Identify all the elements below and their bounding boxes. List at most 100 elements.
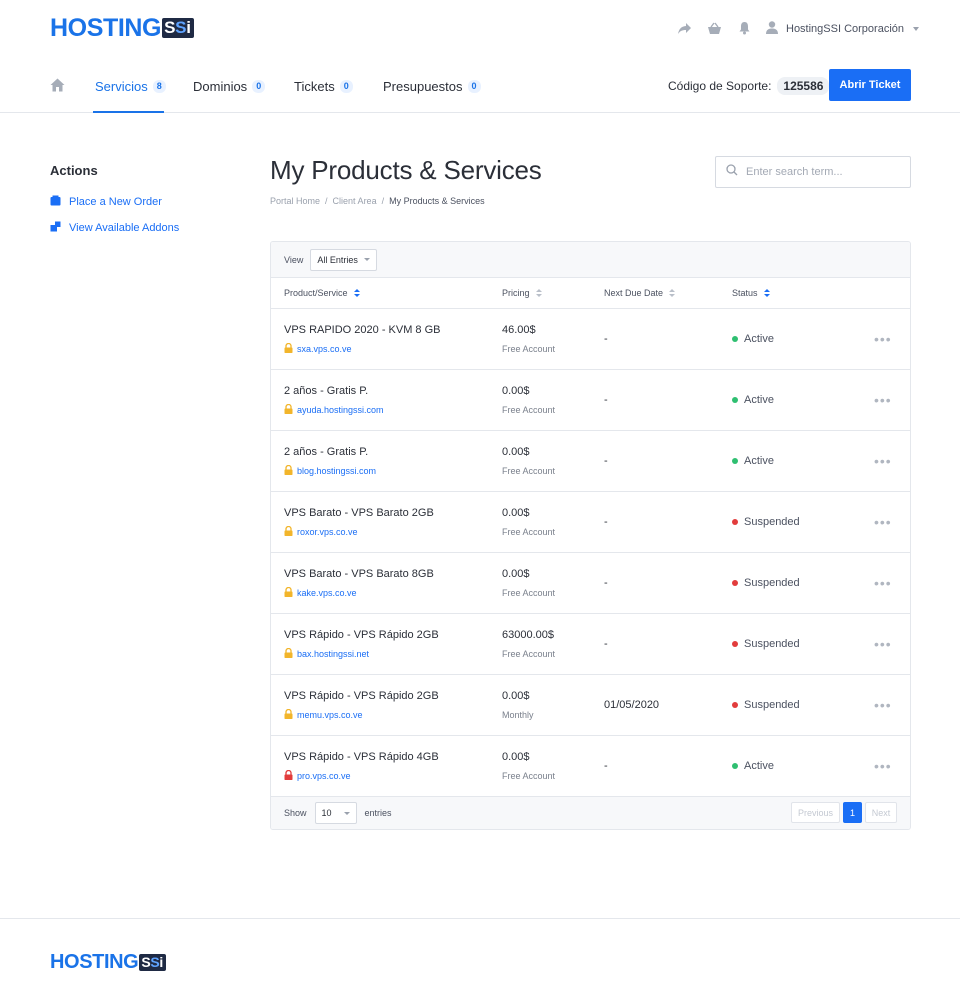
open-ticket-button[interactable]: Abrir Ticket xyxy=(829,69,911,101)
page-size-select[interactable]: 10 xyxy=(314,802,357,824)
more-options-icon[interactable]: ••• xyxy=(874,697,892,713)
product-domain-link[interactable]: blog.hostingssi.com xyxy=(284,464,377,477)
product-domain-link[interactable]: memu.vps.co.ve xyxy=(284,708,363,721)
more-options-icon[interactable]: ••• xyxy=(874,758,892,774)
sort-icon xyxy=(535,289,542,297)
table-row[interactable]: 2 años - Gratis P. blog.hostingssi.com 0.0… xyxy=(271,431,910,492)
sidebar-link-addons[interactable]: View Available Addons xyxy=(50,221,240,235)
breadcrumb: Portal Home / Client Area / My Products … xyxy=(270,196,485,206)
next-due-date: - xyxy=(604,333,608,345)
breadcrumb-separator: / xyxy=(325,196,328,206)
table-toolbar: View All Entries xyxy=(271,242,910,278)
nav-dominios[interactable]: Dominios 0 xyxy=(193,78,266,94)
product-name: VPS Barato - VPS Barato 2GB xyxy=(284,507,434,519)
page-button-current[interactable]: 1 xyxy=(843,802,862,823)
product-domain-link[interactable]: pro.vps.co.ve xyxy=(284,769,351,782)
next-page-button[interactable]: Next xyxy=(865,802,897,823)
view-filter-select[interactable]: All Entries xyxy=(310,248,377,271)
lock-icon xyxy=(284,586,293,599)
logo-badge: SSi xyxy=(162,18,194,38)
logo-text: HOSTING xyxy=(50,951,139,973)
basket-icon[interactable] xyxy=(706,20,722,36)
breadcrumb-client-area[interactable]: Client Area xyxy=(333,196,377,206)
domain-text: blog.hostingssi.com xyxy=(297,466,377,476)
page-footer: HOSTING SSi xyxy=(0,918,960,992)
table-row[interactable]: 2 años - Gratis P. ayuda.hostingssi.com 0.… xyxy=(271,370,910,431)
table-row[interactable]: VPS Rápido - VPS Rápido 2GB bax.hostingss… xyxy=(271,614,910,675)
count-badge: 0 xyxy=(252,79,266,93)
column-header-due-date[interactable]: Next Due Date xyxy=(604,288,676,298)
price: 0.00$ xyxy=(502,751,530,763)
column-header-product[interactable]: Product/Service xyxy=(284,288,360,298)
share-icon[interactable] xyxy=(676,20,692,36)
product-domain-link[interactable]: kake.vps.co.ve xyxy=(284,586,357,599)
status-badge: Suspended xyxy=(732,577,800,589)
table-row[interactable]: VPS RAPIDO 2020 - KVM 8 GB sxa.vps.co.ve 4… xyxy=(271,309,910,370)
table-row[interactable]: VPS Rápido - VPS Rápido 4GB pro.vps.co.ve… xyxy=(271,736,910,797)
bell-icon[interactable] xyxy=(736,20,752,36)
count-badge: 8 xyxy=(152,79,166,93)
status-text: Active xyxy=(744,455,774,467)
lock-icon xyxy=(284,708,293,721)
nav-tickets[interactable]: Tickets 0 xyxy=(294,78,353,94)
table-row[interactable]: VPS Barato - VPS Barato 8GB kake.vps.co.v… xyxy=(271,553,910,614)
domain-text: kake.vps.co.ve xyxy=(297,588,357,598)
more-options-icon[interactable]: ••• xyxy=(874,392,892,408)
status-text: Active xyxy=(744,333,774,345)
more-options-icon[interactable]: ••• xyxy=(874,575,892,591)
logo-text: HOSTING xyxy=(50,14,162,42)
status-badge: Suspended xyxy=(732,699,800,711)
home-icon[interactable] xyxy=(50,78,65,97)
nav-servicios[interactable]: Servicios 8 xyxy=(95,78,166,94)
billing-cycle: Free Account xyxy=(502,344,556,354)
status-dot-icon xyxy=(732,641,738,647)
brand-logo[interactable]: HOSTING SSi xyxy=(50,15,194,41)
status-dot-icon xyxy=(732,397,738,403)
column-header-pricing[interactable]: Pricing xyxy=(502,288,542,298)
product-domain-link[interactable]: bax.hostingssi.net xyxy=(284,647,370,660)
show-label: Show xyxy=(284,808,307,818)
sort-icon xyxy=(763,289,770,297)
nav-label: Tickets xyxy=(294,78,335,94)
nav-presupuestos[interactable]: Presupuestos 0 xyxy=(383,78,481,94)
status-text: Active xyxy=(744,394,774,406)
chevron-down-icon xyxy=(913,26,920,31)
price: 0.00$ xyxy=(502,507,530,519)
search-icon xyxy=(726,163,738,181)
header-icons xyxy=(676,20,752,36)
table-header: Product/Service Pricing Next Due Date St… xyxy=(271,278,910,309)
product-domain-link[interactable]: roxor.vps.co.ve xyxy=(284,525,358,538)
more-options-icon[interactable]: ••• xyxy=(874,636,892,652)
search-input[interactable] xyxy=(746,166,896,178)
next-due-date: - xyxy=(604,455,608,467)
product-name: VPS Rápido - VPS Rápido 2GB xyxy=(284,629,439,641)
product-domain-link[interactable]: ayuda.hostingssi.com xyxy=(284,403,384,416)
sidebar-title: Actions xyxy=(50,163,98,178)
chevron-down-icon xyxy=(343,811,350,815)
billing-cycle: Free Account xyxy=(502,527,556,537)
lock-icon xyxy=(284,647,293,660)
more-options-icon[interactable]: ••• xyxy=(874,514,892,530)
column-header-status[interactable]: Status xyxy=(732,288,770,298)
sidebar-link-new-order[interactable]: Place a New Order xyxy=(50,195,240,209)
product-domain-link[interactable]: sxa.vps.co.ve xyxy=(284,342,352,355)
user-menu[interactable]: HostingSSI Corporación xyxy=(765,20,920,37)
table-row[interactable]: VPS Barato - VPS Barato 2GB roxor.vps.co.… xyxy=(271,492,910,553)
status-dot-icon xyxy=(732,519,738,525)
status-badge: Active xyxy=(732,455,774,467)
sidebar-link-label: View Available Addons xyxy=(69,222,180,234)
table-body: VPS RAPIDO 2020 - KVM 8 GB sxa.vps.co.ve 4… xyxy=(271,309,910,797)
price: 0.00$ xyxy=(502,690,530,702)
search-box xyxy=(715,156,911,188)
price: 46.00$ xyxy=(502,324,536,336)
next-due-date: - xyxy=(604,394,608,406)
more-options-icon[interactable]: ••• xyxy=(874,453,892,469)
domain-text: bax.hostingssi.net xyxy=(297,649,370,659)
breadcrumb-portal-home[interactable]: Portal Home xyxy=(270,196,320,206)
footer-logo[interactable]: HOSTING SSi xyxy=(50,951,167,973)
breadcrumb-separator: / xyxy=(381,196,385,206)
table-row[interactable]: VPS Rápido - VPS Rápido 2GB memu.vps.co.v… xyxy=(271,675,910,736)
previous-page-button[interactable]: Previous xyxy=(791,802,840,823)
status-dot-icon xyxy=(732,763,738,769)
more-options-icon[interactable]: ••• xyxy=(874,331,892,347)
